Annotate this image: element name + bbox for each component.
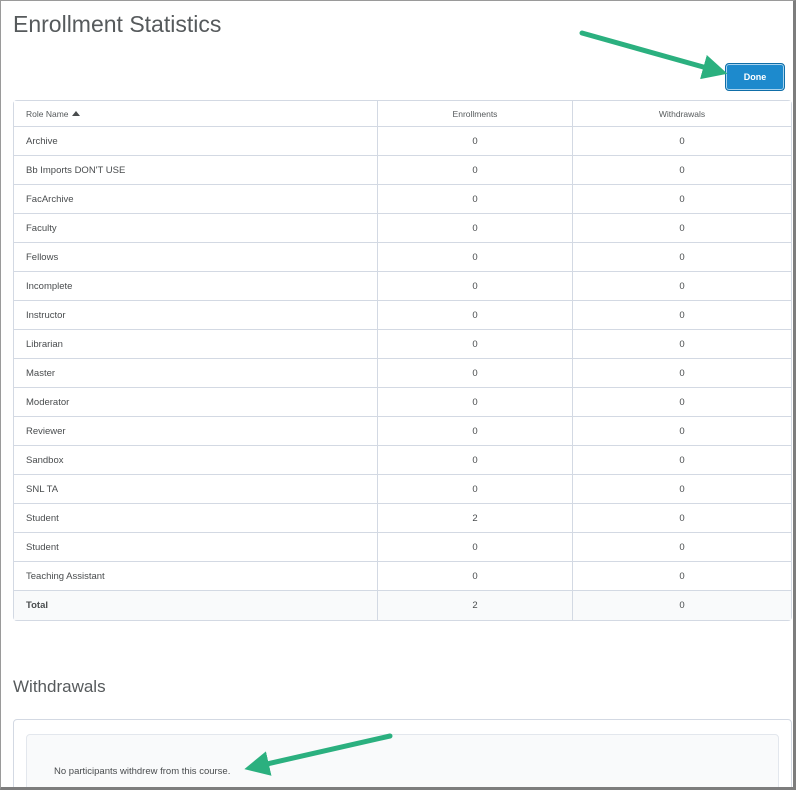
role-cell: Teaching Assistant — [14, 562, 378, 591]
enrollments-cell: 0 — [378, 214, 573, 243]
table-row: Teaching Assistant 0 0 — [14, 562, 791, 591]
enrollments-cell: 0 — [378, 475, 573, 504]
sort-ascending-icon — [71, 110, 80, 116]
page-title: Enrollment Statistics — [13, 11, 222, 37]
total-enrollments-cell: 2 — [378, 591, 573, 620]
table-row: Student 0 0 — [14, 533, 791, 562]
withdrawals-panel: No participants withdrew from this cours… — [13, 719, 792, 787]
table-row: FacArchive 0 0 — [14, 185, 791, 214]
enrollments-cell: 0 — [378, 301, 573, 330]
role-cell: Student — [14, 533, 378, 562]
role-cell: Master — [14, 359, 378, 388]
withdrawals-cell: 0 — [573, 359, 791, 388]
enrollments-cell: 0 — [378, 359, 573, 388]
withdrawals-empty-state: No participants withdrew from this cours… — [26, 734, 779, 787]
role-cell: Librarian — [14, 330, 378, 359]
withdrawals-cell: 0 — [573, 446, 791, 475]
enrollments-cell: 0 — [378, 533, 573, 562]
role-cell: Archive — [14, 127, 378, 156]
role-cell: Reviewer — [14, 417, 378, 446]
enrollments-cell: 0 — [378, 417, 573, 446]
enrollments-cell: 0 — [378, 388, 573, 417]
withdrawals-cell: 0 — [573, 156, 791, 185]
role-cell: Bb Imports DON'T USE — [14, 156, 378, 185]
role-cell: Fellows — [14, 243, 378, 272]
total-label-cell: Total — [14, 591, 378, 620]
withdrawals-cell: 0 — [573, 272, 791, 301]
enrollments-cell: 0 — [378, 562, 573, 591]
table-row: SNL TA 0 0 — [14, 475, 791, 504]
enrollments-cell: 0 — [378, 127, 573, 156]
column-header-withdrawals: Withdrawals — [573, 101, 791, 127]
enrollments-cell: 0 — [378, 446, 573, 475]
withdrawals-cell: 0 — [573, 214, 791, 243]
table-row: Bb Imports DON'T USE 0 0 — [14, 156, 791, 185]
withdrawals-cell: 0 — [573, 504, 791, 533]
enrollments-cell: 0 — [378, 156, 573, 185]
window-frame: Enrollment Statistics Done Role Name Enr… — [0, 0, 796, 790]
withdrawals-cell: 0 — [573, 243, 791, 272]
role-cell: FacArchive — [14, 185, 378, 214]
enrollments-cell: 0 — [378, 272, 573, 301]
role-cell: SNL TA — [14, 475, 378, 504]
role-cell: Incomplete — [14, 272, 378, 301]
table-row: Faculty 0 0 — [14, 214, 791, 243]
table-row: Moderator 0 0 — [14, 388, 791, 417]
table-row: Incomplete 0 0 — [14, 272, 791, 301]
empty-message: No participants withdrew from this cours… — [54, 766, 231, 777]
table-row: Librarian 0 0 — [14, 330, 791, 359]
table-row: Archive 0 0 — [14, 127, 791, 156]
table-row: Master 0 0 — [14, 359, 791, 388]
enrollments-cell: 0 — [378, 243, 573, 272]
withdrawals-cell: 0 — [573, 185, 791, 214]
enrollment-stats-table: Role Name Enrollments Withdrawals Archiv… — [13, 100, 792, 621]
role-cell: Student — [14, 504, 378, 533]
withdrawals-cell: 0 — [573, 475, 791, 504]
role-cell: Instructor — [14, 301, 378, 330]
table-row: Fellows 0 0 — [14, 243, 791, 272]
table-total-row: Total 2 0 — [14, 591, 791, 620]
table-row: Reviewer 0 0 — [14, 417, 791, 446]
enrollments-cell: 2 — [378, 504, 573, 533]
column-header-label: Role Name — [26, 108, 69, 119]
table-header-row: Role Name Enrollments Withdrawals — [14, 101, 791, 127]
role-cell: Faculty — [14, 214, 378, 243]
table-row: Student 2 0 — [14, 504, 791, 533]
done-button[interactable]: Done — [725, 63, 785, 91]
column-header-role-name[interactable]: Role Name — [14, 101, 378, 127]
withdrawals-cell: 0 — [573, 330, 791, 359]
withdrawals-cell: 0 — [573, 562, 791, 591]
withdrawals-section-title: Withdrawals — [13, 677, 106, 696]
table-row: Instructor 0 0 — [14, 301, 791, 330]
column-header-enrollments: Enrollments — [378, 101, 573, 127]
table-row: Sandbox 0 0 — [14, 446, 791, 475]
total-withdrawals-cell: 0 — [573, 591, 791, 620]
role-cell: Moderator — [14, 388, 378, 417]
withdrawals-cell: 0 — [573, 533, 791, 562]
table-body: Archive 0 0 Bb Imports DON'T USE 0 0 FacArch… — [14, 127, 791, 620]
withdrawals-cell: 0 — [573, 417, 791, 446]
enrollments-cell: 0 — [378, 185, 573, 214]
withdrawals-cell: 0 — [573, 127, 791, 156]
withdrawals-cell: 0 — [573, 301, 791, 330]
role-cell: Sandbox — [14, 446, 378, 475]
withdrawals-cell: 0 — [573, 388, 791, 417]
enrollments-cell: 0 — [378, 330, 573, 359]
